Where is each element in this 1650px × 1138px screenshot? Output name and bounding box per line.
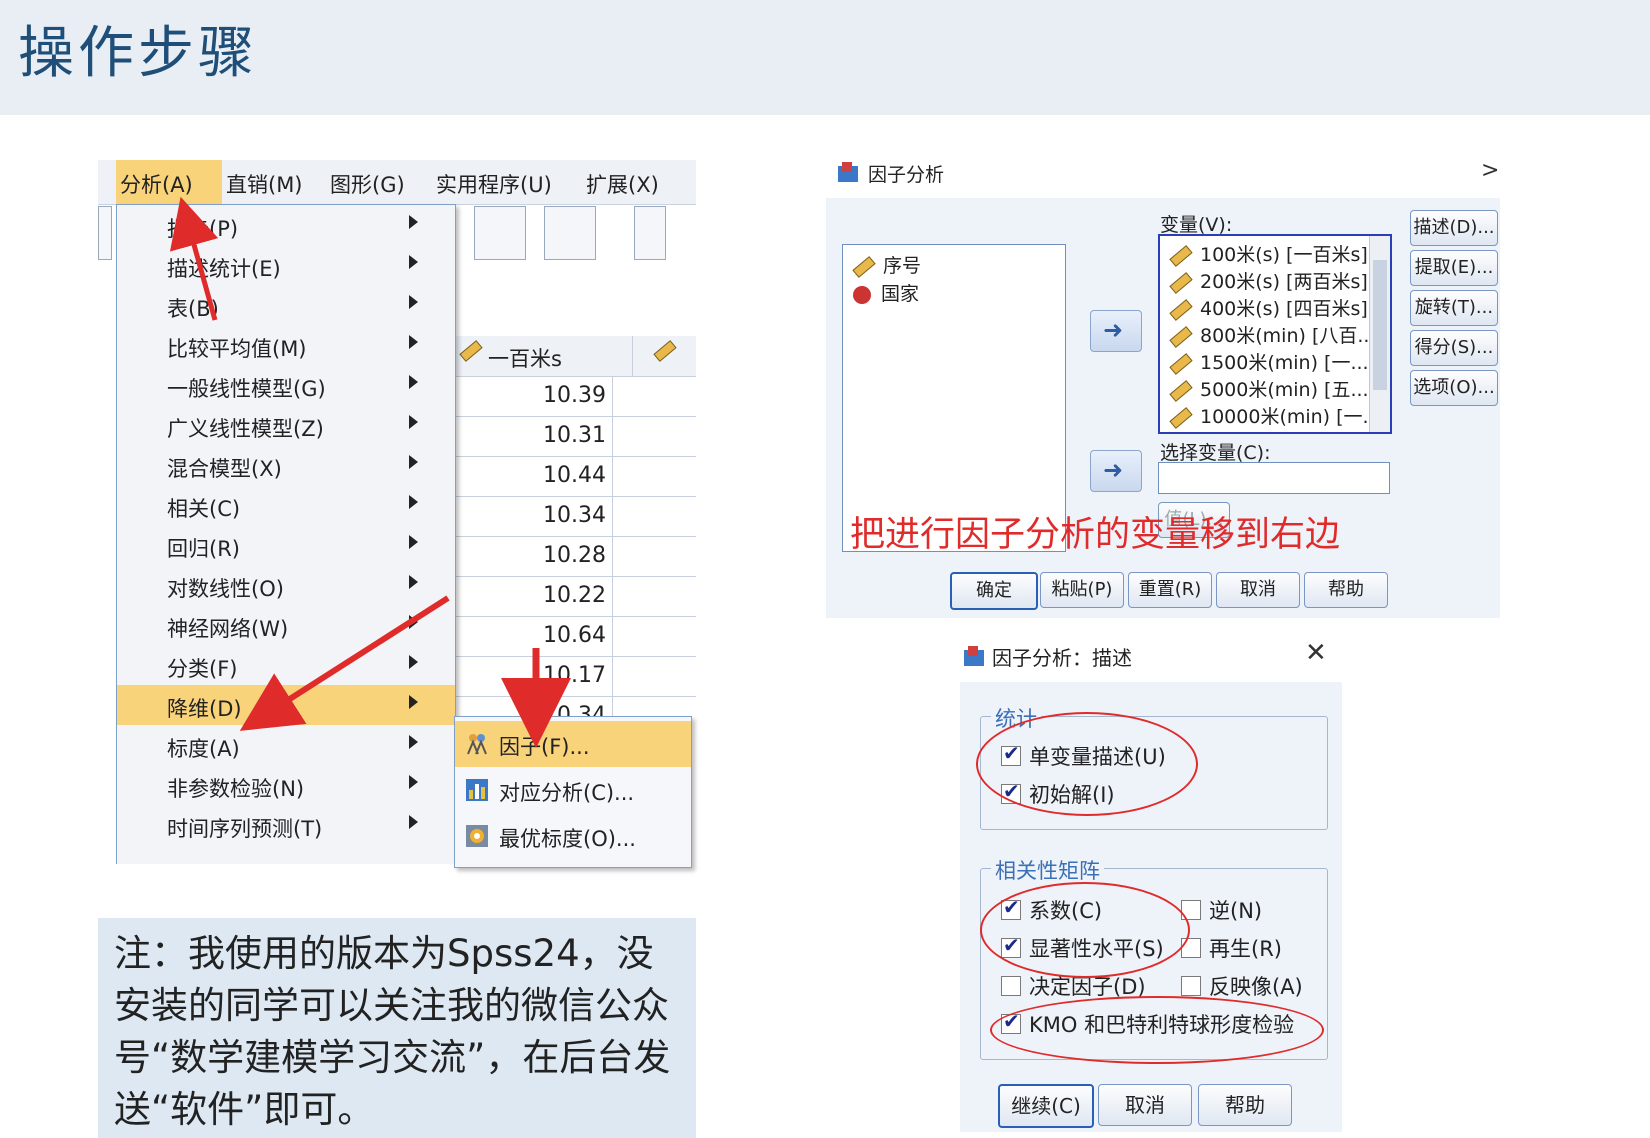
help-button[interactable]: 帮助 [1304,572,1388,608]
extraction-button[interactable]: 提取(E)... [1410,250,1498,286]
reproduced-checkbox[interactable]: 再生(R) [1181,933,1282,963]
cancel-button[interactable]: 取消 [1216,572,1300,608]
arrow-left-icon: ➜ [1103,316,1124,344]
dialog-title: 因子分析 [868,164,945,186]
ok-button[interactable]: 确定 [950,572,1038,610]
annotation-text: 把进行因子分析的变量移到右边 [850,515,1341,555]
reset-button[interactable]: 重置(R) [1128,572,1212,608]
highlight-ellipse [990,996,1324,1064]
selection-variable-field[interactable] [1158,462,1390,494]
note-text: 注：我使用的版本为Spss24，没安装的同学可以关注我的微信公众号“数学建模学习… [114,932,671,1131]
arrow-right-icon: ➜ [1103,456,1124,484]
variables-label: 变量(V): [1160,214,1233,236]
factor-analysis-dialog: 因子分析 > 序号 国家 变量(V): 100米(s) [一百米s] 200米(… [826,148,1500,618]
ruler-icon [852,255,876,278]
spss-dialog-icon [962,644,986,672]
scrollbar-thumb[interactable] [1373,260,1387,390]
move-selection-button[interactable]: ➜ [1090,450,1142,492]
scores-button[interactable]: 得分(S)... [1410,330,1498,366]
correlation-group-title: 相关性矩阵 [991,855,1104,885]
variable-item[interactable]: 10000米(min) [一... [1169,402,1381,429]
spss-dialog-icon [836,160,860,188]
arrow-to-analyze [169,196,219,321]
note-box: 注：我使用的版本为Spss24，没安装的同学可以关注我的微信公众号“数学建模学习… [98,918,696,1138]
rotation-button[interactable]: 旋转(T)... [1410,290,1498,326]
inverse-checkbox[interactable]: 逆(N) [1181,895,1262,925]
close-icon[interactable]: > [1481,158,1499,183]
selection-variable-label: 选择变量(C): [1160,442,1271,464]
variable-item[interactable]: 800米(min) [八百... [1169,321,1376,348]
variable-item[interactable]: 100米(s) [一百米s] [1169,240,1368,267]
highlight-ellipse [980,882,1190,978]
dialog-titlebar: 因子分析：描述 ✕ [950,630,1352,682]
source-variable[interactable]: 序号 [852,251,921,278]
dialog-title: 因子分析：描述 [992,646,1132,670]
options-button[interactable]: 选项(O)... [1410,370,1498,406]
arrow-to-dimension-reduction [239,595,450,731]
paste-button[interactable]: 粘贴(P) [1040,572,1124,608]
variable-item[interactable]: 200米(s) [两百米s] [1169,267,1368,294]
source-variable[interactable]: 国家 [853,279,919,306]
continue-button[interactable]: 继续(C) [998,1084,1094,1128]
move-right-button[interactable]: ➜ [1090,310,1142,352]
scrollbar[interactable] [1369,236,1390,432]
dialog-titlebar: 因子分析 > [826,148,1500,198]
variable-item[interactable]: 5000米(min) [五... [1169,375,1369,402]
help-button[interactable]: 帮助 [1198,1084,1292,1126]
variable-item[interactable]: 1500米(min) [一... [1169,348,1369,375]
descriptives-button[interactable]: 描述(D)... [1410,210,1498,246]
cancel-button[interactable]: 取消 [1098,1084,1192,1126]
close-icon[interactable]: ✕ [1305,638,1327,668]
nominal-icon [853,285,871,304]
highlight-ellipse [976,712,1198,816]
variable-item[interactable]: 400米(s) [四百米s] [1169,294,1368,321]
selected-variables-list[interactable]: 100米(s) [一百米s] 200米(s) [两百米s] 400米(s) [四… [1158,234,1392,434]
factor-descriptives-dialog: 因子分析：描述 ✕ 统计 单变量描述(U) 初始解(I) 相关性矩阵 系数(C)… [950,630,1352,1132]
